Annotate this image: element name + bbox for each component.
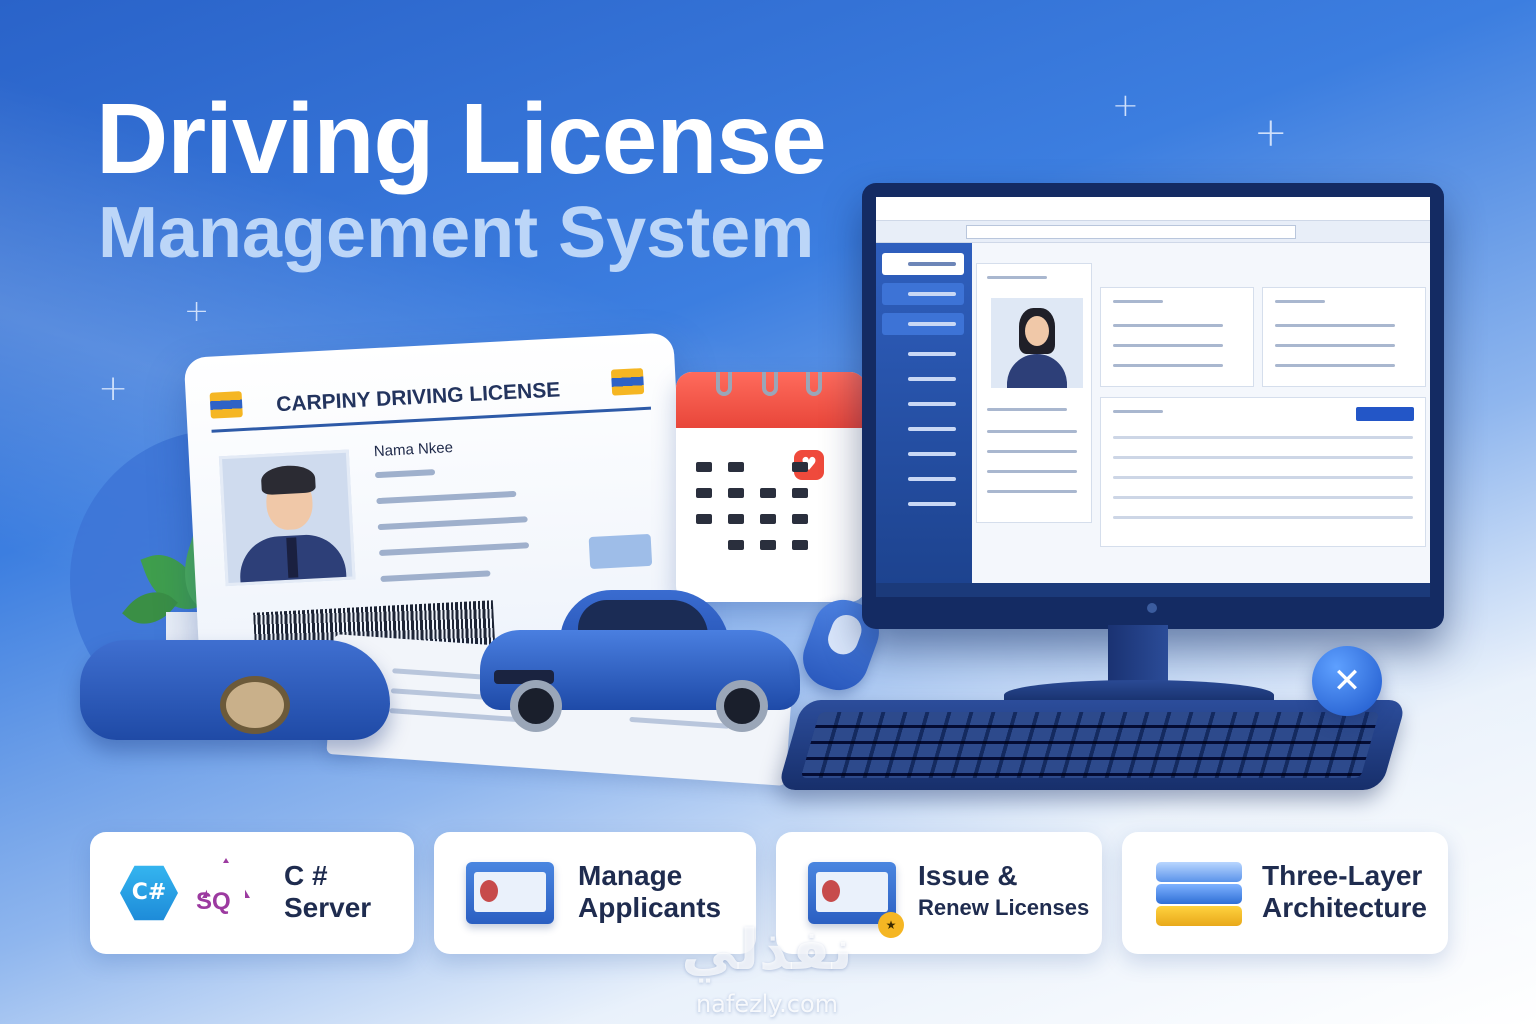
stacked-layers-icon — [1156, 858, 1242, 932]
license-card-icon — [466, 862, 554, 924]
details-panel — [1100, 287, 1254, 387]
title-line-2: Management System — [98, 193, 815, 273]
card-name-label: Nama Nkee — [373, 439, 454, 461]
tools-icon: ✕ — [1312, 646, 1382, 716]
flag-icon — [209, 391, 243, 419]
app-sidebar — [876, 243, 972, 583]
monitor-stand — [1108, 625, 1168, 685]
status-bar — [876, 583, 1430, 597]
sparkle-icon: + — [1112, 86, 1139, 124]
card-field-line — [379, 542, 530, 557]
sparkle-icon: + — [98, 368, 129, 409]
license-card-badge-icon: ★ — [808, 862, 904, 938]
card-header: CARPINY DRIVING LICENSE — [209, 363, 652, 433]
application-screen — [876, 197, 1430, 597]
keyboard — [777, 700, 1407, 790]
flag-icon — [610, 368, 645, 396]
feature-label: Three-Layer Architecture — [1262, 860, 1427, 923]
feature-label: Issue & Renew Licenses — [918, 860, 1090, 920]
car-illustration — [480, 590, 800, 732]
toy-car-illustration — [80, 640, 390, 740]
feature-card-tech: C# SQ C # Server — [90, 832, 414, 954]
applicant-profile-panel — [976, 263, 1092, 523]
card-chip — [588, 533, 653, 570]
card-field-line — [376, 490, 517, 505]
monitor-logo — [1147, 603, 1157, 613]
watermark-url: nafezly.com — [695, 990, 839, 1018]
sparkle-icon: + — [1254, 110, 1288, 156]
feature-label: Manage Applicants — [578, 860, 722, 923]
screen-action-button — [1356, 407, 1414, 421]
license-photo — [218, 449, 356, 587]
title-line-1: Driving License — [96, 83, 827, 195]
card-title: CARPINY DRIVING LICENSE — [275, 378, 561, 417]
computer-monitor — [862, 183, 1444, 629]
card-field-line — [377, 516, 528, 531]
sparkle-icon: + — [184, 294, 210, 329]
address-bar — [876, 221, 1430, 243]
calendar-icon: ♥ — [676, 372, 866, 602]
badge-icon: ★ — [878, 912, 904, 938]
card-field-line — [380, 570, 491, 583]
csharp-icon: C# — [120, 865, 178, 921]
watermark-arabic: نفذلي — [681, 918, 853, 983]
feature-label: C # Server — [284, 860, 372, 923]
details-panel — [1262, 287, 1426, 387]
feature-card-architecture: Three-Layer Architecture — [1122, 832, 1448, 954]
window-titlebar — [876, 197, 1430, 221]
card-field-line — [374, 469, 436, 479]
sql-server-icon: SQ — [196, 858, 258, 926]
